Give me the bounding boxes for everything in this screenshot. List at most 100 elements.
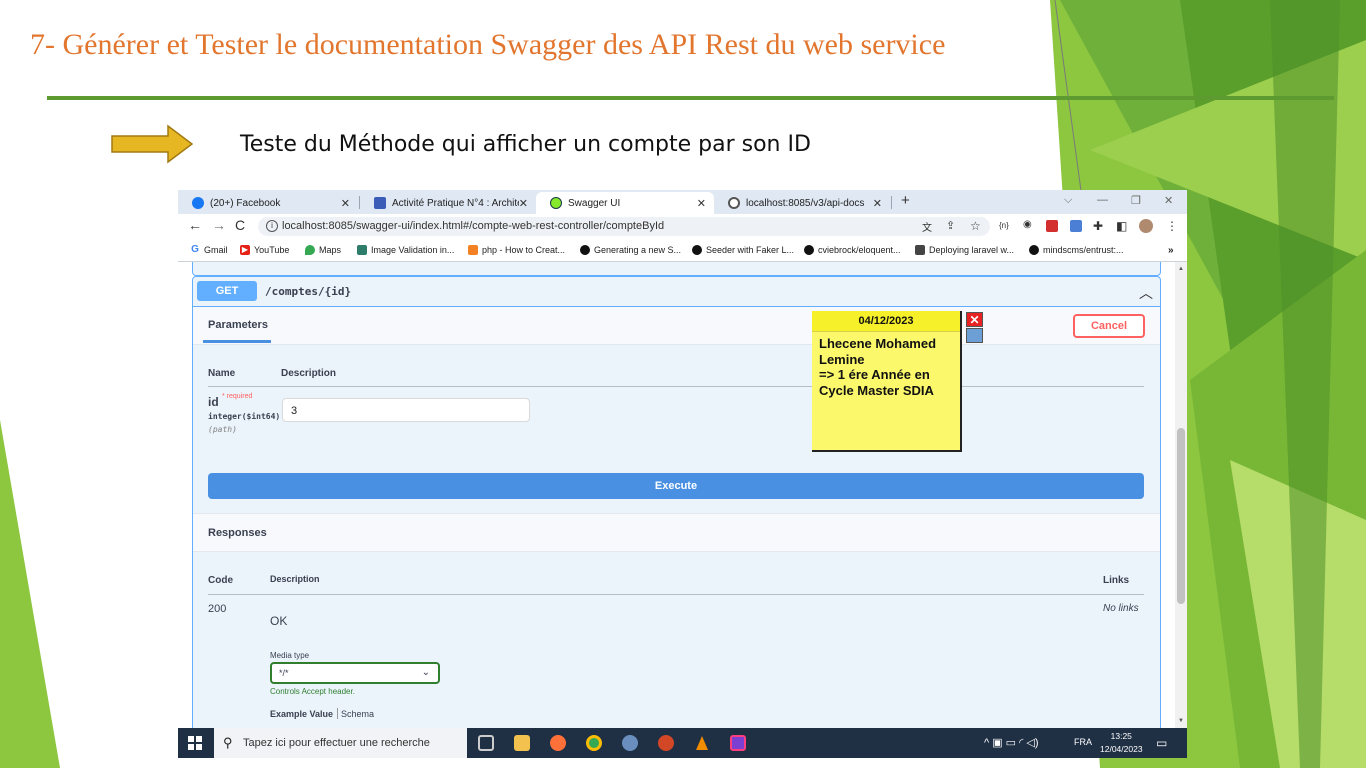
slide-subtitle: Teste du Méthode qui afficher un compte … (240, 132, 811, 157)
tab-activite[interactable]: Activité Pratique N°4 : Architectu ✕ (360, 192, 536, 214)
cancel-button[interactable]: Cancel (1073, 314, 1145, 338)
tab-separator (891, 196, 892, 209)
close-window-button[interactable]: ✕ (1164, 194, 1173, 207)
responses-title: Responses (208, 527, 267, 539)
tab-swagger[interactable]: Swagger UI ✕ (536, 192, 714, 214)
responses-header: Responses (193, 513, 1160, 552)
response-links: No links (1103, 603, 1139, 614)
language-indicator[interactable]: FRA (1074, 737, 1092, 747)
scrollbar-thumb[interactable] (1177, 428, 1185, 604)
side-panel-icon[interactable]: ◧ (1116, 219, 1127, 233)
intellij-icon[interactable] (730, 735, 746, 751)
tab-parameters[interactable]: Parameters (208, 319, 268, 331)
sticky-note-text: Lhecene Mohamed Lemine => 1 ére Année en… (819, 336, 957, 398)
globe-icon (728, 197, 740, 209)
profile-avatar[interactable] (1139, 219, 1153, 233)
share-icon[interactable]: ⇪ (946, 219, 955, 232)
bookmark-star-icon[interactable]: ☆ (970, 219, 981, 233)
bookmark-item[interactable]: php - How to Creat... (468, 245, 565, 255)
back-button[interactable]: ← (188, 217, 202, 233)
bookmark-item[interactable]: cviebrock/eloquent... (804, 245, 901, 255)
tab-schema[interactable]: Schema (341, 709, 374, 719)
execute-button[interactable]: Execute (208, 473, 1144, 499)
app-icon[interactable] (622, 735, 638, 751)
bookmark-item[interactable]: Generating a new S... (580, 245, 681, 255)
tab-search-icon[interactable]: ⌵ (1064, 194, 1072, 207)
translate-icon[interactable]: 文 (922, 219, 932, 234)
bookmark-item[interactable]: G Gmail (190, 245, 227, 256)
bookmark-item[interactable]: Image Validation in... (357, 245, 454, 255)
bookmark-item[interactable]: ▶ YouTube (240, 245, 289, 255)
scroll-down-icon[interactable]: ▼ (1178, 718, 1184, 724)
reload-button[interactable]: C (235, 217, 245, 233)
bookmark-item[interactable]: mindscms/entrust:... (1029, 245, 1124, 255)
pdf-icon[interactable] (1046, 220, 1058, 232)
close-icon[interactable]: ✕ (341, 197, 350, 210)
restore-button[interactable]: ❐ (1131, 194, 1141, 207)
title-divider (47, 96, 1334, 100)
controls-accept-note: Controls Accept header. (270, 687, 355, 696)
previous-operation-block[interactable] (192, 262, 1161, 276)
windows-taskbar: ⚲ Tapez ici pour effectuer une recherche… (178, 728, 1187, 758)
swagger-icon (550, 197, 562, 209)
forward-button[interactable]: → (212, 217, 226, 233)
facebook-icon (192, 197, 204, 209)
tab-example-value[interactable]: Example Value (270, 709, 333, 719)
youtube-icon: ▶ (240, 245, 250, 255)
translator-extension-icon[interactable] (1070, 220, 1082, 232)
swagger-page: GET /comptes/{id} ︿ Parameters Cancel Na… (178, 262, 1187, 728)
github-icon (804, 245, 814, 255)
column-header-code: Code (208, 575, 233, 586)
close-icon[interactable]: ✕ (697, 197, 706, 210)
bookmark-item[interactable]: Maps (305, 245, 341, 255)
search-placeholder: Tapez ici pour effectuer une recherche (243, 737, 430, 749)
sticky-note-line: Lemine (819, 351, 865, 367)
minimize-button[interactable]: — (1097, 194, 1108, 206)
sticky-note: 04/12/2023 Lhecene Mohamed Lemine => 1 é… (812, 311, 962, 452)
system-tray-icons[interactable]: ^ ▣ ▭ ◜ ◁) (984, 736, 1039, 749)
firefox-icon[interactable] (550, 735, 566, 751)
id-input[interactable]: 3 (282, 398, 530, 422)
tab-facebook[interactable]: (20+) Facebook ✕ (178, 192, 358, 214)
taskbar-search-box[interactable]: ⚲ Tapez ici pour effectuer une recherche (214, 728, 467, 758)
close-icon[interactable]: ✕ (873, 197, 882, 210)
extensions-puzzle-icon[interactable]: ✚ (1093, 219, 1103, 233)
browser-toolbar: ← → C i localhost:8085/swagger-ui/index.… (178, 214, 1187, 240)
extension-mask-icon[interactable]: ◉ (1023, 219, 1032, 230)
site-info-icon[interactable]: i (266, 220, 278, 232)
file-explorer-icon[interactable] (514, 735, 530, 751)
extension-json-icon[interactable]: {n} (999, 221, 1009, 230)
media-type-select[interactable]: */* ⌄ (270, 662, 440, 684)
close-icon[interactable]: ✕ (519, 197, 528, 210)
new-tab-button[interactable]: + (901, 192, 910, 209)
windows-start-icon[interactable] (188, 736, 202, 750)
bookmark-item[interactable]: Seeder with Faker L... (692, 245, 794, 255)
tab-api-docs[interactable]: localhost:8085/v3/api-docs ✕ (714, 192, 890, 214)
sticky-note-line: => 1 ére Année en (819, 367, 930, 382)
maps-pin-icon (305, 245, 315, 255)
divider (208, 386, 1144, 387)
chrome-icon[interactable] (586, 735, 602, 751)
powerpoint-icon[interactable] (658, 735, 674, 751)
vlc-icon[interactable] (694, 735, 710, 751)
close-icon[interactable]: ✕ (966, 312, 983, 327)
minimize-icon[interactable] (966, 328, 983, 343)
media-type-value: */* (279, 668, 289, 678)
scroll-up-icon[interactable]: ▲ (1178, 266, 1184, 272)
notification-icon[interactable]: ▭ (1156, 736, 1167, 750)
http-method-badge: GET (197, 281, 257, 301)
parameter-type: integer($int64) (208, 412, 281, 421)
sticky-note-date: 04/12/2023 (812, 311, 960, 332)
taskbar-clock[interactable]: 13:25 12/04/2023 (1100, 730, 1143, 756)
menu-kebab-icon[interactable]: ⋮ (1166, 219, 1178, 233)
operation-summary[interactable]: GET /comptes/{id} ︿ (193, 277, 1160, 307)
task-view-icon[interactable] (478, 735, 494, 751)
more-bookmarks-icon[interactable]: » (1168, 245, 1174, 256)
github-icon (1029, 245, 1039, 255)
address-bar[interactable]: i localhost:8085/swagger-ui/index.html#/… (258, 217, 990, 236)
active-tab-underline (203, 340, 271, 343)
bookmark-item[interactable]: Deploying laravel w... (915, 245, 1014, 255)
sticky-note-line: Lhecene Mohamed (819, 336, 937, 351)
tab-separator (337, 708, 338, 719)
chevron-up-icon[interactable]: ︿ (1139, 283, 1153, 303)
